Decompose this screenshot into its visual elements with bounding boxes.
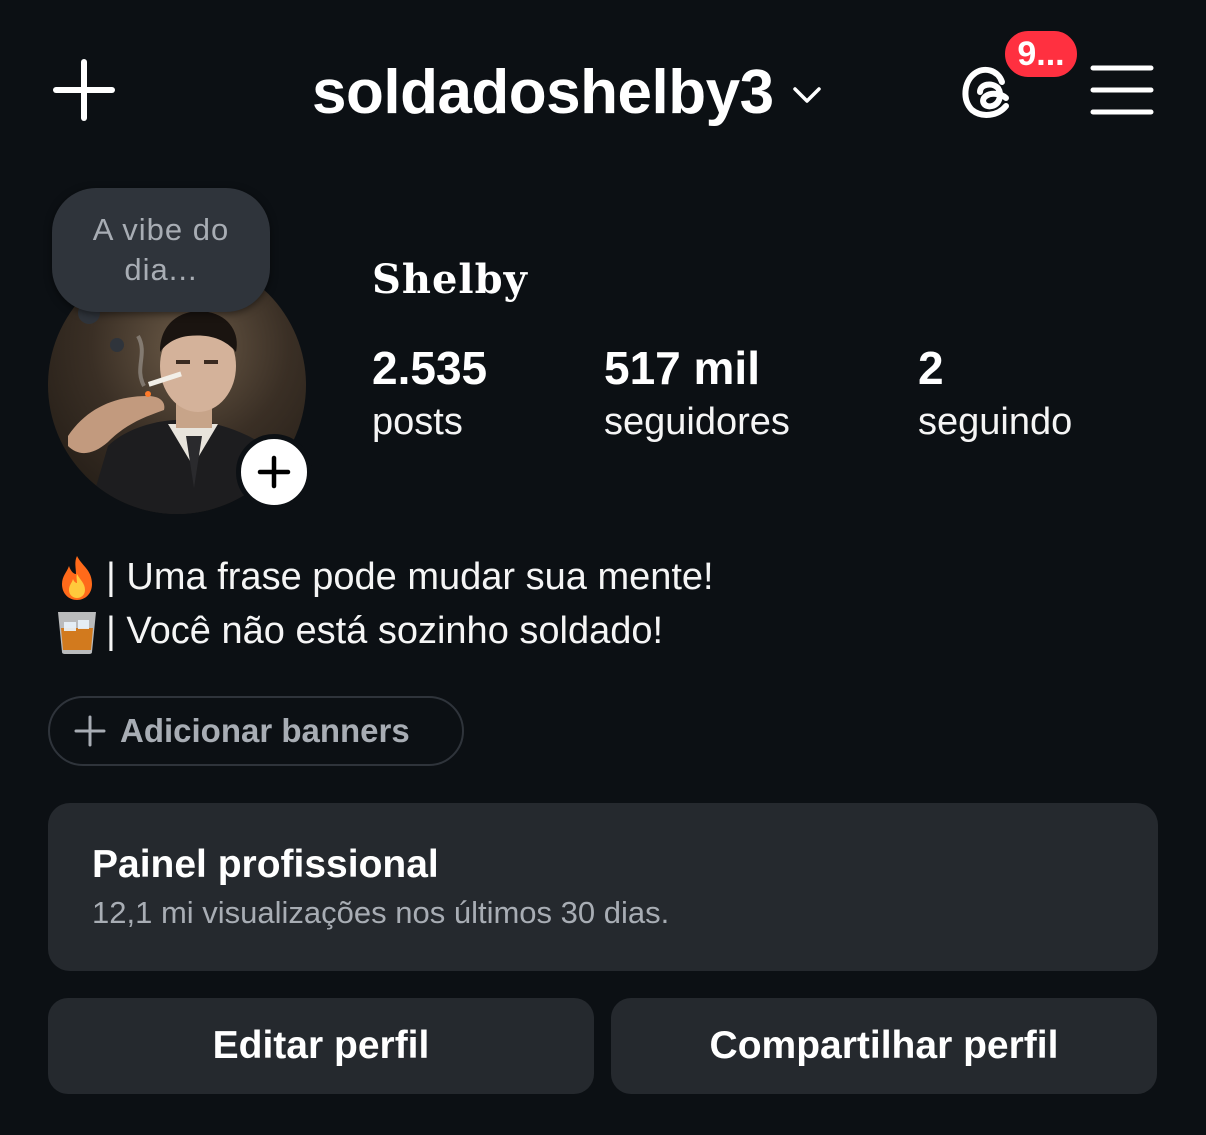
stat-value: 2 bbox=[918, 342, 944, 394]
display-name: Shelby bbox=[372, 256, 528, 303]
plus-circle-icon bbox=[257, 455, 291, 489]
stat-value: 517 mil bbox=[604, 342, 760, 394]
edit-profile-button[interactable]: Editar perfil bbox=[48, 998, 594, 1094]
note-bubble[interactable]: A vibe do dia... bbox=[52, 188, 270, 312]
stat-label: seguindo bbox=[918, 401, 1073, 443]
dashboard-title: Painel profissional bbox=[92, 843, 439, 886]
fire-emoji-icon bbox=[62, 556, 92, 600]
hamburger-menu-icon[interactable] bbox=[1090, 62, 1154, 118]
account-switcher[interactable]: soldadoshelby3 bbox=[312, 56, 822, 128]
create-plus-icon[interactable] bbox=[52, 58, 116, 122]
share-profile-button[interactable]: Compartilhar perfil bbox=[611, 998, 1157, 1094]
add-banners-label: Adicionar banners bbox=[120, 712, 410, 749]
add-banners-button[interactable]: Adicionar banners bbox=[48, 696, 464, 766]
professional-dashboard-card[interactable]: Painel profissional 12,1 mi visualizaçõe… bbox=[48, 803, 1158, 971]
bio: | Uma frase pode mudar sua mente! | Você… bbox=[52, 550, 714, 658]
stat-followers[interactable]: 517 mil seguidores bbox=[604, 340, 790, 448]
bio-text: | Você não está sozinho soldado! bbox=[106, 610, 664, 652]
notification-badge[interactable]: 9... bbox=[1002, 28, 1080, 80]
dashboard-subtitle: 12,1 mi visualizações nos últimos 30 dia… bbox=[92, 895, 670, 930]
note-bubble-tail-small bbox=[110, 338, 124, 352]
stat-label: seguidores bbox=[604, 401, 790, 443]
note-text: A vibe do dia... bbox=[92, 212, 230, 287]
whiskey-glass-emoji-icon bbox=[58, 612, 96, 654]
add-story-button[interactable] bbox=[236, 434, 312, 510]
bio-line: | Uma frase pode mudar sua mente! bbox=[52, 550, 714, 604]
stat-posts[interactable]: 2.535 posts bbox=[372, 340, 487, 448]
plus-icon bbox=[74, 715, 106, 747]
bio-line: | Você não está sozinho soldado! bbox=[52, 604, 714, 658]
stat-value: 2.535 bbox=[372, 342, 488, 394]
profile-page: soldadoshelby3 9... A vibe do dia... She… bbox=[0, 0, 1206, 1135]
chevron-down-icon[interactable] bbox=[792, 85, 822, 105]
stat-following[interactable]: 2 seguindo bbox=[918, 340, 1072, 448]
stat-label: posts bbox=[372, 401, 463, 443]
bio-text: | Uma frase pode mudar sua mente! bbox=[106, 556, 714, 598]
username[interactable]: soldadoshelby3 bbox=[312, 57, 774, 128]
